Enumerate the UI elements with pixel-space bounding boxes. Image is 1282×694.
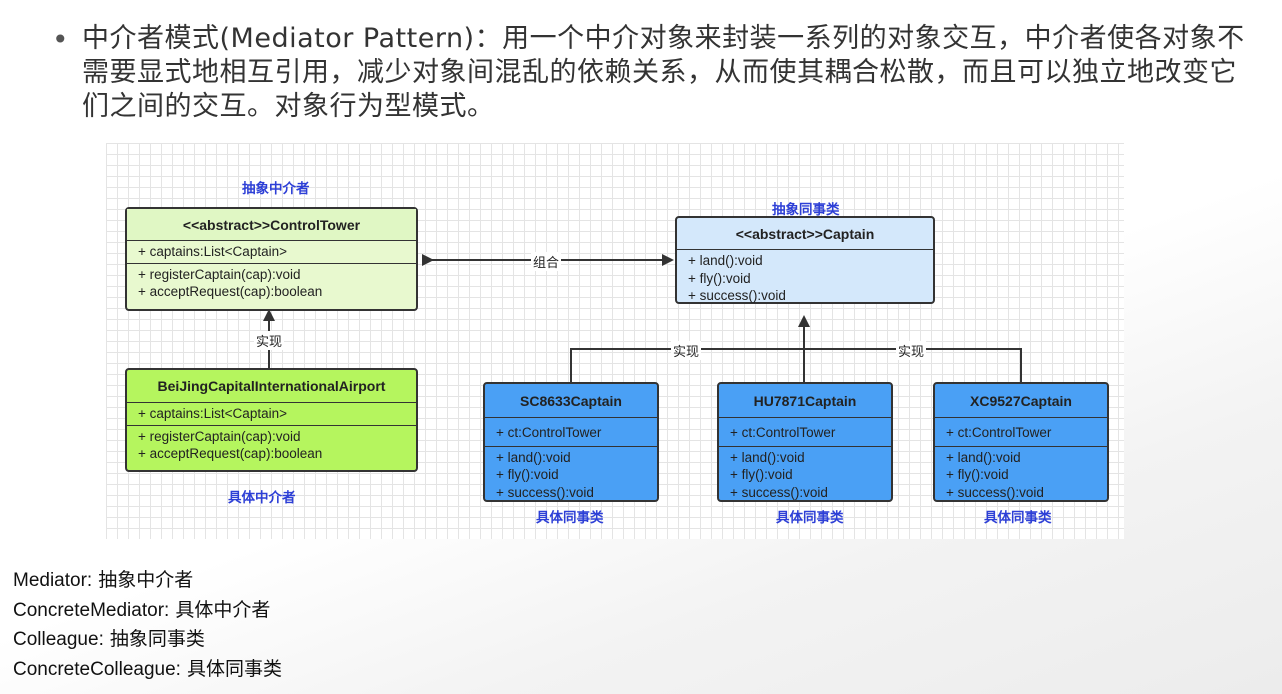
method: + fly():void xyxy=(688,270,751,286)
method: + registerCaptain(cap):void xyxy=(138,428,301,444)
label-realize-colleague-2: 实现 xyxy=(896,341,927,360)
label-abstract-mediator: 抽象中介者 xyxy=(242,181,310,196)
attribute: + captains:List<Captain> xyxy=(138,406,287,421)
attribute: + ct:ControlTower xyxy=(496,425,602,440)
attribute: + captains:List<Captain> xyxy=(138,244,287,259)
class-name: HU7871Captain xyxy=(719,384,891,418)
legend: Mediator: 抽象中介者 ConcreteMediator: 具体中介者 … xyxy=(13,566,282,684)
legend-item: ConcreteColleague: 具体同事类 xyxy=(13,655,282,685)
label-realize-mediator: 实现 xyxy=(254,331,285,350)
class-attributes: + ct:ControlTower xyxy=(935,418,1107,447)
class-name: <<abstract>>ControlTower xyxy=(127,209,416,241)
method: + land():void xyxy=(730,449,805,465)
label-concrete-mediator: 具体中介者 xyxy=(228,490,296,505)
method: + success():void xyxy=(946,484,1044,500)
legend-item: Mediator: 抽象中介者 xyxy=(13,566,282,596)
class-methods: + registerCaptain(cap):void + acceptRequ… xyxy=(127,264,416,303)
legend-value: 具体中介者 xyxy=(175,598,271,621)
attribute: + ct:ControlTower xyxy=(946,425,1052,440)
class-name: BeiJingCapitalInternationalAirport xyxy=(127,370,416,403)
method: + success():void xyxy=(496,484,594,500)
class-control-tower: <<abstract>>ControlTower + captains:List… xyxy=(125,207,418,311)
label-composition: 组合 xyxy=(531,252,562,271)
class-name: XC9527Captain xyxy=(935,384,1107,418)
attribute: + ct:ControlTower xyxy=(730,425,836,440)
legend-value: 具体同事类 xyxy=(187,657,283,680)
class-sc8633-captain: SC8633Captain + ct:ControlTower + land()… xyxy=(483,382,659,502)
class-methods: + land():void + fly():void + success():v… xyxy=(677,250,933,307)
class-attributes: + ct:ControlTower xyxy=(719,418,891,447)
label-concrete-colleague-3: 具体同事类 xyxy=(984,510,1052,525)
legend-item: ConcreteMediator: 具体中介者 xyxy=(13,596,282,626)
class-xc9527-captain: XC9527Captain + ct:ControlTower + land()… xyxy=(933,382,1109,502)
method: + success():void xyxy=(688,288,786,303)
definition-text: 中介者模式(Mediator Pattern)：用一个中介对象来封装一系列的对象… xyxy=(82,23,1245,122)
method: + land():void xyxy=(496,449,571,465)
legend-item: Colleague: 抽象同事类 xyxy=(13,625,282,655)
class-methods: + registerCaptain(cap):void + acceptRequ… xyxy=(127,426,416,465)
class-methods: + land():void + fly():void + success():v… xyxy=(485,447,657,504)
method: + registerCaptain(cap):void xyxy=(138,266,301,282)
method: + land():void xyxy=(688,253,763,268)
class-captain: <<abstract>>Captain + land():void + fly(… xyxy=(675,216,935,304)
uml-diagram: 抽象中介者 具体中介者 抽象同事类 具体同事类 具体同事类 具体同事类 组合 实… xyxy=(106,143,1124,539)
class-beijing-airport: BeiJingCapitalInternationalAirport + cap… xyxy=(125,368,418,472)
class-attributes: + ct:ControlTower xyxy=(485,418,657,447)
method: + land():void xyxy=(946,449,1021,465)
class-name: <<abstract>>Captain xyxy=(677,218,933,250)
class-methods: + land():void + fly():void + success():v… xyxy=(719,447,891,504)
legend-key: ConcreteMediator: xyxy=(13,599,170,621)
class-attributes: + captains:List<Captain> xyxy=(127,241,416,264)
legend-value: 抽象中介者 xyxy=(98,569,194,591)
class-hu7871-captain: HU7871Captain + ct:ControlTower + land()… xyxy=(717,382,893,502)
method: + acceptRequest(cap):boolean xyxy=(138,446,323,461)
label-concrete-colleague-2: 具体同事类 xyxy=(776,510,844,525)
label-abstract-colleague: 抽象同事类 xyxy=(772,202,840,217)
method: + fly():void xyxy=(496,467,559,482)
class-attributes: + captains:List<Captain> xyxy=(127,403,416,426)
realize-branch-sc8633 xyxy=(570,348,1022,382)
method: + fly():void xyxy=(946,467,1009,482)
method: + fly():void xyxy=(730,467,793,482)
bullet-dot: • xyxy=(52,23,69,56)
class-name: SC8633Captain xyxy=(485,384,657,418)
legend-key: Mediator: xyxy=(13,570,93,591)
legend-value: 抽象同事类 xyxy=(109,628,205,650)
bullet-paragraph: • 中介者模式(Mediator Pattern)：用一个中介对象来封装一系列的… xyxy=(52,22,1262,124)
method: + success():void xyxy=(730,484,828,500)
class-methods: + land():void + fly():void + success():v… xyxy=(935,447,1107,504)
label-realize-colleague-1: 实现 xyxy=(671,341,702,360)
legend-key: ConcreteColleague: xyxy=(13,658,181,680)
label-concrete-colleague-1: 具体同事类 xyxy=(536,510,604,525)
legend-key: Colleague: xyxy=(13,629,104,650)
method: + acceptRequest(cap):boolean xyxy=(138,284,323,299)
